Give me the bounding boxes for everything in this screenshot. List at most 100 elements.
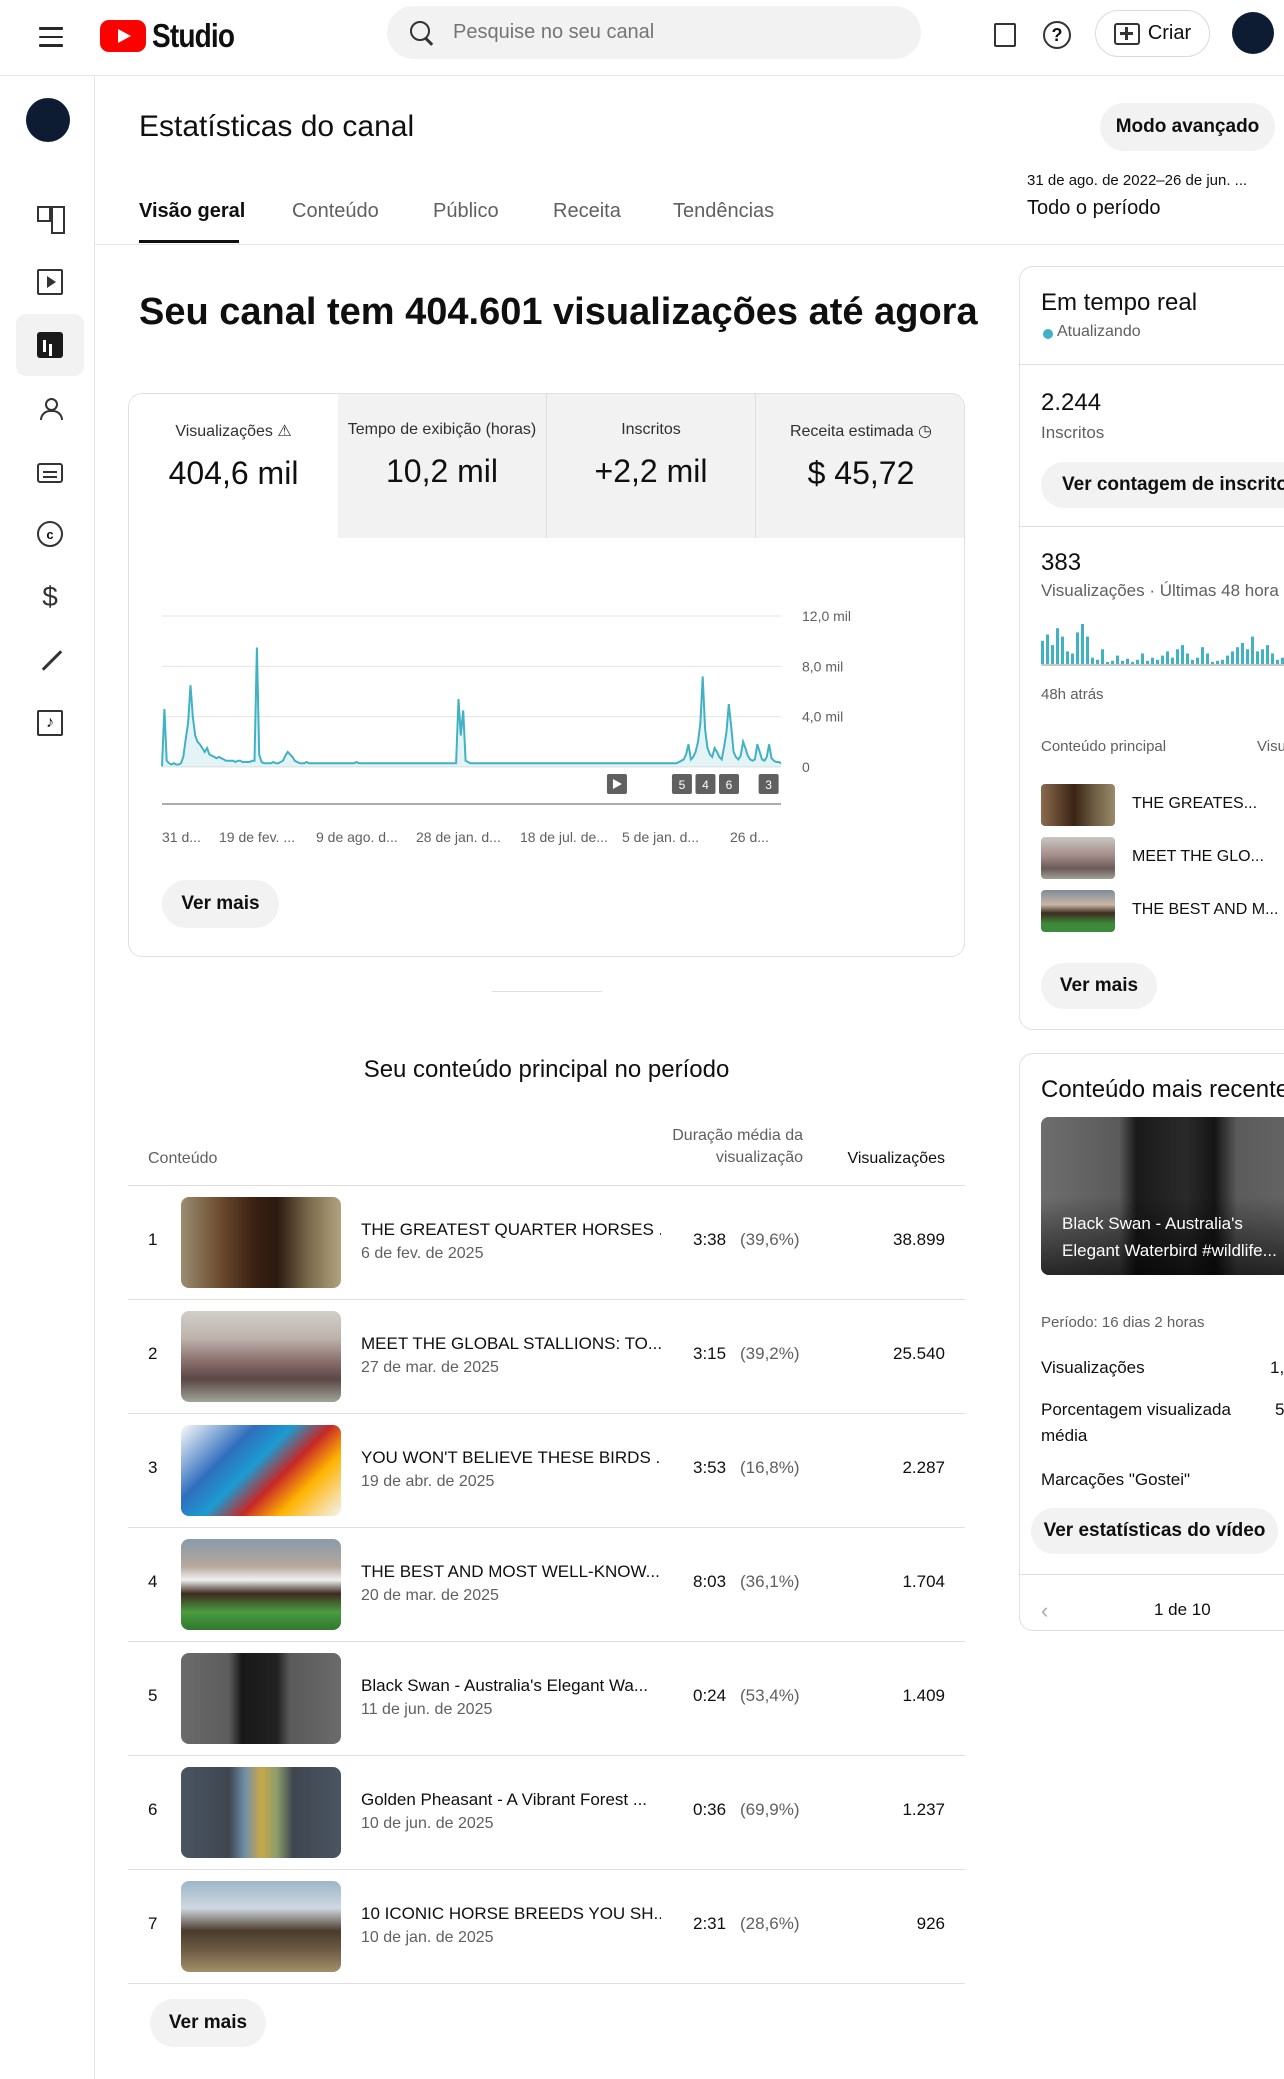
video-thumbnail[interactable]	[181, 1767, 341, 1858]
video-title[interactable]: Golden Pheasant - A Vibrant Forest ...	[361, 1790, 661, 1810]
metric-views[interactable]: Visualizações ⚠ 404,6 mil	[129, 394, 338, 538]
col-views[interactable]: Visualizações	[847, 1150, 945, 1168]
realtime-item[interactable]: THE GREATES...	[1041, 784, 1284, 828]
realtime-bar	[1041, 640, 1044, 664]
date-range[interactable]: 31 de ago. de 2022–26 de jun. ...	[1027, 172, 1247, 189]
video-date: 6 de fev. de 2025	[361, 1245, 484, 1262]
table-row[interactable]: 7 10 ICONIC HORSE BREEDS YOU SH... 10 de…	[128, 1870, 965, 1984]
table-row[interactable]: 6 Golden Pheasant - A Vibrant Forest ...…	[128, 1756, 965, 1870]
channel-avatar[interactable]	[26, 98, 70, 142]
video-title[interactable]: 10 ICONIC HORSE BREEDS YOU SH...	[361, 1904, 661, 1924]
realtime-bar	[1236, 647, 1239, 664]
sidebar-item-analytics[interactable]	[16, 314, 84, 376]
video-thumbnail[interactable]	[181, 1311, 341, 1402]
x-tick-label: 9 de ago. d...	[316, 829, 398, 845]
search-input[interactable]	[453, 21, 893, 44]
feedback-icon[interactable]	[990, 20, 1020, 50]
tab-audience[interactable]: Público	[433, 200, 499, 223]
sidebar-item-audio-library[interactable]: ♪	[16, 692, 84, 754]
row-views: 1.704	[902, 1572, 945, 1591]
realtime-bar	[1176, 649, 1179, 664]
video-title[interactable]: Black Swan - Australia's Elegant Wa...	[361, 1676, 661, 1696]
sidebar-item-earn[interactable]: $	[16, 566, 84, 628]
video-marker[interactable]: 5	[671, 774, 692, 794]
subtitles-icon	[37, 462, 63, 483]
video-title[interactable]: THE BEST AND MOST WELL-KNOW...	[361, 1562, 661, 1582]
tab-trends[interactable]: Tendências	[673, 200, 774, 223]
metric-subscribers[interactable]: Inscritos +2,2 mil	[547, 394, 756, 538]
avg-duration: 2:31	[693, 1914, 727, 1933]
account-avatar[interactable]	[1232, 12, 1274, 54]
stat-views-label: Visualizações	[1041, 1358, 1145, 1377]
see-subscriber-count-button[interactable]: Ver contagem de inscritos	[1041, 462, 1284, 508]
sidebar-item-content[interactable]	[16, 251, 84, 313]
realtime-bar	[1061, 636, 1064, 664]
sidebar-item-copyright[interactable]: c	[16, 503, 84, 565]
sidebar-item-dashboard[interactable]	[16, 188, 84, 250]
realtime-bar	[1066, 651, 1069, 664]
video-title[interactable]: THE GREATEST QUARTER HORSES ...	[361, 1220, 661, 1240]
table-row[interactable]: 5 Black Swan - Australia's Elegant Wa...…	[128, 1642, 965, 1756]
tab-content[interactable]: Conteúdo	[292, 200, 379, 223]
realtime-bar	[1211, 661, 1214, 664]
x-tick-label: 19 de fev. ...	[219, 829, 295, 845]
svg-text:4: 4	[702, 778, 709, 792]
col-avg-duration[interactable]: Duração média da visualização	[648, 1125, 803, 1169]
chart-line	[161, 647, 782, 767]
audio-library-icon: ♪	[37, 710, 63, 736]
sidebar-item-community[interactable]	[16, 377, 84, 439]
realtime-bar	[1146, 660, 1149, 664]
studio-logo[interactable]: Studio	[100, 14, 249, 58]
realtime-item-title: THE GREATES...	[1132, 795, 1258, 812]
realtime-item[interactable]: MEET THE GLO...	[1041, 837, 1284, 881]
table-row[interactable]: 1 THE GREATEST QUARTER HORSES ... 6 de f…	[128, 1186, 965, 1300]
video-marker[interactable]: 6	[719, 774, 740, 794]
video-marker[interactable]: 3	[758, 774, 779, 794]
realtime-views-value: 383	[1041, 549, 1082, 576]
table-row[interactable]: 4 THE BEST AND MOST WELL-KNOW... 20 de m…	[128, 1528, 965, 1642]
tab-revenue[interactable]: Receita	[553, 200, 621, 223]
video-marker-play-icon[interactable]	[606, 774, 627, 794]
stat-avg-pct-value: 5	[1275, 1400, 1284, 1419]
tab-overview[interactable]: Visão geral	[139, 200, 245, 223]
metric-watch-time[interactable]: Tempo de exibição (horas) 10,2 mil	[338, 394, 547, 538]
realtime-content-header: Conteúdo principal	[1041, 738, 1167, 755]
period-selector[interactable]: Todo o período	[1027, 197, 1160, 220]
see-video-stats-button[interactable]: Ver estatísticas do vídeo	[1031, 1508, 1278, 1554]
dollar-icon: $	[42, 581, 58, 612]
chart-see-more-button[interactable]: Ver mais	[162, 880, 279, 928]
realtime-bar-chart[interactable]	[1041, 622, 1284, 682]
sidebar-item-customization[interactable]	[16, 629, 84, 691]
video-marker[interactable]: 4	[695, 774, 716, 794]
realtime-item[interactable]: THE BEST AND M...	[1041, 890, 1284, 934]
table-row[interactable]: 2 MEET THE GLOBAL STALLIONS: TO... 27 de…	[128, 1300, 965, 1414]
top-content-title: Seu conteúdo principal no período	[363, 1056, 730, 1083]
video-thumbnail[interactable]	[181, 1197, 341, 1288]
sidebar-item-subtitles[interactable]	[16, 440, 84, 502]
search-icon[interactable]	[409, 20, 435, 46]
menu-icon[interactable]	[34, 20, 68, 54]
video-title[interactable]: MEET THE GLOBAL STALLIONS: TO...	[361, 1334, 661, 1354]
create-button[interactable]: Criar	[1095, 10, 1210, 57]
search-box[interactable]	[387, 6, 921, 59]
video-title[interactable]: YOU WON'T BELIEVE THESE BIRDS ...	[361, 1448, 661, 1468]
table-see-more-button[interactable]: Ver mais	[150, 1999, 266, 2047]
avg-percentage: (36,1%)	[740, 1572, 800, 1591]
stat-avg-pct-label2: média	[1041, 1426, 1088, 1445]
help-icon[interactable]: ?	[1042, 20, 1072, 50]
stat-likes-label: Marcações "Gostei"	[1041, 1470, 1191, 1489]
video-thumbnail[interactable]	[181, 1881, 341, 1972]
metric-revenue[interactable]: Receita estimada ◷ $ 45,72	[756, 394, 964, 538]
video-thumbnail[interactable]	[181, 1539, 341, 1630]
realtime-card: Em tempo real Atualizando 2.244 Inscrito…	[1019, 266, 1284, 1030]
realtime-bar	[1091, 657, 1094, 664]
youtube-logo-icon	[100, 20, 146, 52]
views-chart[interactable]: 12,0 mil 8,0 mil 4,0 mil 0 5 4 6 3 31 d... 19 de …	[129, 544, 965, 864]
content-icon	[37, 269, 63, 295]
chevron-left-icon[interactable]: ‹	[1041, 1598, 1048, 1624]
table-row[interactable]: 3 YOU WON'T BELIEVE THESE BIRDS ... 19 d…	[128, 1414, 965, 1528]
video-thumbnail[interactable]	[181, 1653, 341, 1744]
advanced-mode-button[interactable]: Modo avançado	[1100, 103, 1275, 151]
realtime-see-more-button[interactable]: Ver mais	[1041, 963, 1157, 1009]
video-thumbnail[interactable]	[181, 1425, 341, 1516]
